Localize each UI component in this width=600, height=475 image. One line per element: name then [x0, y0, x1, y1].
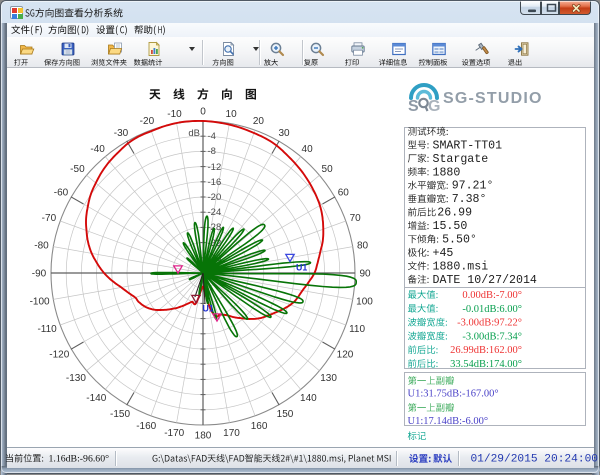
svg-text:-120: -120: [49, 350, 69, 361]
svg-text:-20: -20: [140, 116, 155, 127]
svg-text:-40: -40: [90, 144, 105, 155]
svg-text:90: 90: [359, 269, 371, 280]
svg-text:60: 60: [338, 187, 350, 198]
svg-text:-10: -10: [167, 109, 182, 120]
svg-text:170: 170: [223, 428, 240, 439]
svg-text:-110: -110: [37, 324, 57, 335]
svg-text:130: 130: [320, 373, 337, 384]
svg-text:-130: -130: [66, 373, 86, 384]
svg-text:-90: -90: [32, 269, 47, 280]
svg-text:dB: dB: [188, 128, 200, 139]
svg-text:-8: -8: [208, 146, 216, 157]
svg-text:-60: -60: [54, 187, 69, 198]
svg-text:-16: -16: [208, 177, 222, 188]
svg-text:U1: U1: [296, 263, 307, 273]
svg-text:-100: -100: [30, 297, 50, 308]
svg-text:140: 140: [300, 393, 317, 404]
svg-text:-20: -20: [208, 192, 222, 203]
svg-text:70: 70: [350, 213, 362, 224]
svg-text:-70: -70: [42, 213, 57, 224]
svg-text:-140: -140: [86, 393, 106, 404]
svg-text:30: 30: [278, 128, 290, 139]
svg-text:-24: -24: [208, 207, 222, 218]
svg-text:-160: -160: [136, 421, 156, 432]
svg-text:U1: U1: [203, 304, 214, 314]
svg-text:150: 150: [277, 409, 294, 420]
svg-text:110: 110: [349, 324, 365, 335]
svg-text:-12: -12: [208, 162, 222, 173]
svg-text:180: 180: [195, 431, 212, 442]
svg-text:-30: -30: [114, 128, 129, 139]
svg-text:-170: -170: [164, 428, 184, 439]
svg-text:0: 0: [200, 106, 206, 117]
svg-text:20: 20: [253, 116, 265, 127]
svg-text:100: 100: [356, 297, 373, 308]
svg-text:40: 40: [302, 144, 314, 155]
svg-text:-4: -4: [208, 131, 216, 142]
svg-text:-150: -150: [110, 409, 130, 420]
svg-text:160: 160: [251, 421, 268, 432]
svg-text:80: 80: [357, 240, 369, 251]
svg-text:50: 50: [322, 164, 334, 175]
svg-text:-80: -80: [34, 240, 49, 251]
svg-text:10: 10: [226, 109, 238, 120]
svg-text:120: 120: [337, 350, 354, 361]
svg-text:-50: -50: [70, 164, 85, 175]
